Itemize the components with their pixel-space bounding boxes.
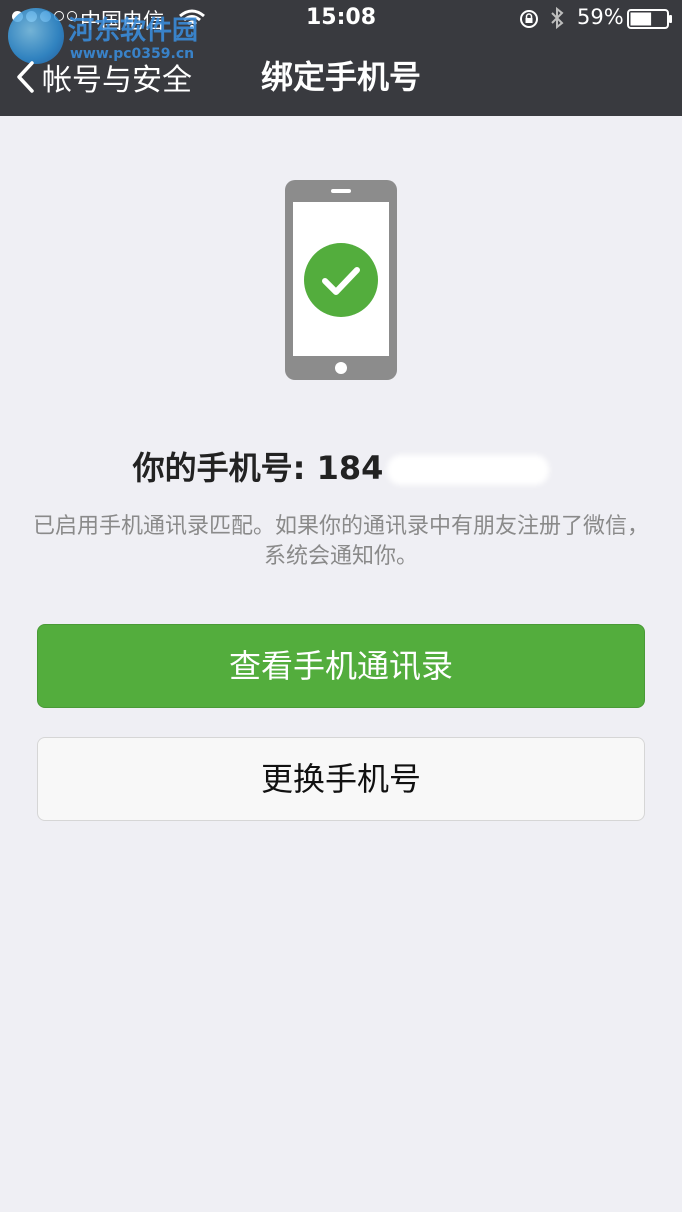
battery-percent: 59% <box>577 5 624 29</box>
rotation-lock-icon <box>520 10 538 28</box>
view-contacts-button[interactable]: 查看手机通讯录 <box>37 624 645 708</box>
phone-number-text: 你的手机号: 184 <box>0 443 682 489</box>
phone-check-icon <box>285 180 397 380</box>
change-number-button[interactable]: 更换手机号 <box>37 737 645 821</box>
header: 中国电信 15:08 59% 河东软件园 www.pc0359.cn 帐号与安全… <box>0 0 682 116</box>
battery-icon <box>627 9 672 29</box>
contacts-match-description: 已启用手机通讯录匹配。如果你的通讯录中有朋友注册了微信，系统会通知你。 <box>32 514 649 569</box>
bluetooth-icon <box>551 6 564 30</box>
phone-number-redaction <box>387 455 550 485</box>
page-title: 绑定手机号 <box>260 58 421 96</box>
phone-number-label: 你的手机号: 184 <box>132 449 384 487</box>
watermark-text: 河东软件园 <box>68 16 199 46</box>
